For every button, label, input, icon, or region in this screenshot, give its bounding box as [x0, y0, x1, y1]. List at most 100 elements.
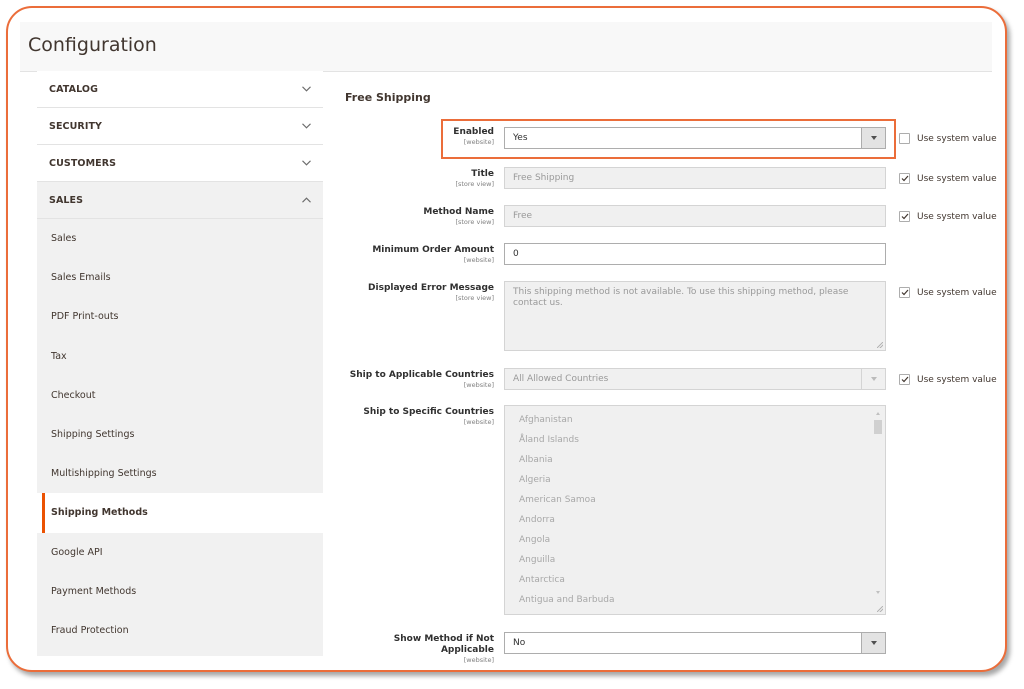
title-use-system-checkbox[interactable]: Use system value	[899, 173, 997, 184]
chevron-down-icon	[301, 121, 311, 131]
checkbox-checked-icon	[899, 211, 910, 222]
sidebar-group-security[interactable]: SECURITY	[37, 108, 323, 145]
checkbox-checked-icon	[899, 287, 910, 298]
label-text: Ship to Specific Countries	[363, 407, 494, 417]
resize-grip-icon[interactable]	[877, 606, 883, 612]
country-option[interactable]: Andorra	[505, 510, 885, 530]
scope-text: [store view]	[455, 180, 494, 188]
enabled-select[interactable]: Yes	[504, 127, 886, 149]
applicable-countries-select[interactable]: All Allowed Countries	[504, 368, 886, 390]
scope-text: [website]	[463, 381, 494, 389]
country-option[interactable]: American Samoa	[505, 490, 885, 510]
field-label: Ship to Specific Countries [website]	[338, 407, 494, 427]
country-option[interactable]: Åland Islands	[505, 430, 885, 450]
select-value: Yes	[513, 133, 528, 143]
sidebar-group-sales[interactable]: SALES	[37, 182, 323, 219]
applicable-countries-use-system-checkbox[interactable]: Use system value	[899, 374, 997, 385]
input-value: 0	[513, 249, 519, 259]
sidebar-item-sales[interactable]: Sales	[37, 219, 323, 258]
scope-text: [website]	[463, 418, 494, 426]
sidebar-group-catalog[interactable]: CATALOG	[37, 71, 323, 108]
sidebar-item-fraud-protection[interactable]: Fraud Protection	[37, 611, 323, 650]
sidebar-item-shipping-settings[interactable]: Shipping Settings	[37, 415, 323, 454]
checkbox-checked-icon	[899, 374, 910, 385]
field-label: Show Method if Not Applicable [website]	[338, 634, 494, 665]
scope-text: [store view]	[455, 294, 494, 302]
field-label: Displayed Error Message [store view]	[338, 283, 494, 303]
show-method-select[interactable]: No	[504, 632, 886, 654]
scroll-up-icon[interactable]	[876, 412, 880, 415]
sidebar-item-payment-methods[interactable]: Payment Methods	[37, 572, 323, 611]
sidebar-item-checkout[interactable]: Checkout	[37, 376, 323, 415]
chevron-down-icon	[301, 84, 311, 94]
error-message-textarea[interactable]: This shipping method is not available. T…	[504, 281, 886, 351]
method-name-use-system-checkbox[interactable]: Use system value	[899, 211, 997, 222]
screenshot-frame: Configuration CATALOG SECURITY CUSTOMERS…	[6, 6, 1007, 672]
country-option[interactable]: Albania	[505, 450, 885, 470]
country-option[interactable]: Antarctica	[505, 570, 885, 590]
use-system-label: Use system value	[917, 374, 997, 385]
dropdown-arrow-icon	[861, 369, 885, 389]
sidebar-group-label: CATALOG	[49, 83, 98, 95]
sidebar-group-label: CUSTOMERS	[49, 157, 117, 169]
scope-text: [website]	[463, 138, 494, 146]
sidebar-group-label: SALES	[49, 194, 84, 206]
scope-text: [website]	[463, 656, 494, 664]
sales-submenu: Sales Sales Emails PDF Print-outs Tax Ch…	[37, 219, 323, 657]
chevron-up-icon	[301, 195, 311, 205]
sidebar-item-tax[interactable]: Tax	[37, 337, 323, 376]
title-input[interactable]: Free Shipping	[504, 167, 886, 189]
sidebar-bottom	[37, 650, 323, 657]
dropdown-arrow-icon	[861, 633, 885, 653]
sidebar-group-label: SECURITY	[49, 120, 103, 132]
country-option[interactable]: Algeria	[505, 470, 885, 490]
chevron-down-icon	[301, 158, 311, 168]
scroll-thumb[interactable]	[874, 420, 882, 434]
label-text: Displayed Error Message	[368, 283, 494, 293]
field-label: Ship to Applicable Countries [website]	[338, 370, 494, 390]
country-option[interactable]: Afghanistan	[505, 410, 885, 430]
field-label: Method Name [store view]	[338, 207, 494, 227]
use-system-label: Use system value	[917, 287, 997, 298]
config-sidebar: CATALOG SECURITY CUSTOMERS SALES Sales S…	[37, 71, 323, 670]
use-system-label: Use system value	[917, 211, 997, 222]
label-text: Title	[471, 169, 494, 179]
sidebar-item-multishipping-settings[interactable]: Multishipping Settings	[37, 454, 323, 493]
country-option[interactable]: Antigua and Barbuda	[505, 590, 885, 610]
use-system-label: Use system value	[917, 173, 997, 184]
checkbox-checked-icon	[899, 173, 910, 184]
use-system-label: Use system value	[917, 133, 997, 144]
textarea-value: This shipping method is not available. T…	[513, 287, 849, 308]
label-text: Method Name	[423, 207, 494, 217]
field-label: Enabled [website]	[338, 127, 494, 147]
dropdown-arrow-icon	[861, 128, 885, 148]
min-order-amount-input[interactable]: 0	[504, 243, 886, 265]
enabled-use-system-checkbox[interactable]: Use system value	[899, 133, 997, 144]
method-name-input[interactable]: Free	[504, 205, 886, 227]
scrollbar[interactable]	[873, 408, 883, 604]
scope-text: [website]	[463, 256, 494, 264]
page-header: Configuration	[20, 22, 992, 72]
label-text: Show Method if Not Applicable	[393, 634, 494, 655]
section-title: Free Shipping	[345, 91, 431, 104]
country-option[interactable]: Anguilla	[505, 550, 885, 570]
checkbox-unchecked-icon	[899, 133, 910, 144]
free-shipping-section: Free Shipping Enabled [website] Yes Use …	[338, 78, 1005, 670]
scroll-down-icon[interactable]	[876, 591, 880, 594]
sidebar-group-customers[interactable]: CUSTOMERS	[37, 145, 323, 182]
label-text: Enabled	[453, 127, 494, 137]
sidebar-item-pdf-printouts[interactable]: PDF Print-outs	[37, 297, 323, 336]
country-option[interactable]: Angola	[505, 530, 885, 550]
input-value: Free Shipping	[513, 173, 575, 183]
scope-text: [store view]	[455, 218, 494, 226]
input-value: Free	[513, 211, 533, 221]
error-message-use-system-checkbox[interactable]: Use system value	[899, 287, 997, 298]
sidebar-item-shipping-methods[interactable]: Shipping Methods	[37, 493, 323, 533]
resize-grip-icon[interactable]	[877, 342, 883, 348]
sidebar-item-google-api[interactable]: Google API	[37, 533, 323, 572]
field-label: Title [store view]	[338, 169, 494, 189]
specific-countries-multiselect[interactable]: Afghanistan Åland Islands Albania Algeri…	[504, 405, 886, 615]
sidebar-item-sales-emails[interactable]: Sales Emails	[37, 258, 323, 297]
country-options: Afghanistan Åland Islands Albania Algeri…	[505, 406, 885, 610]
field-label: Minimum Order Amount [website]	[338, 245, 494, 265]
